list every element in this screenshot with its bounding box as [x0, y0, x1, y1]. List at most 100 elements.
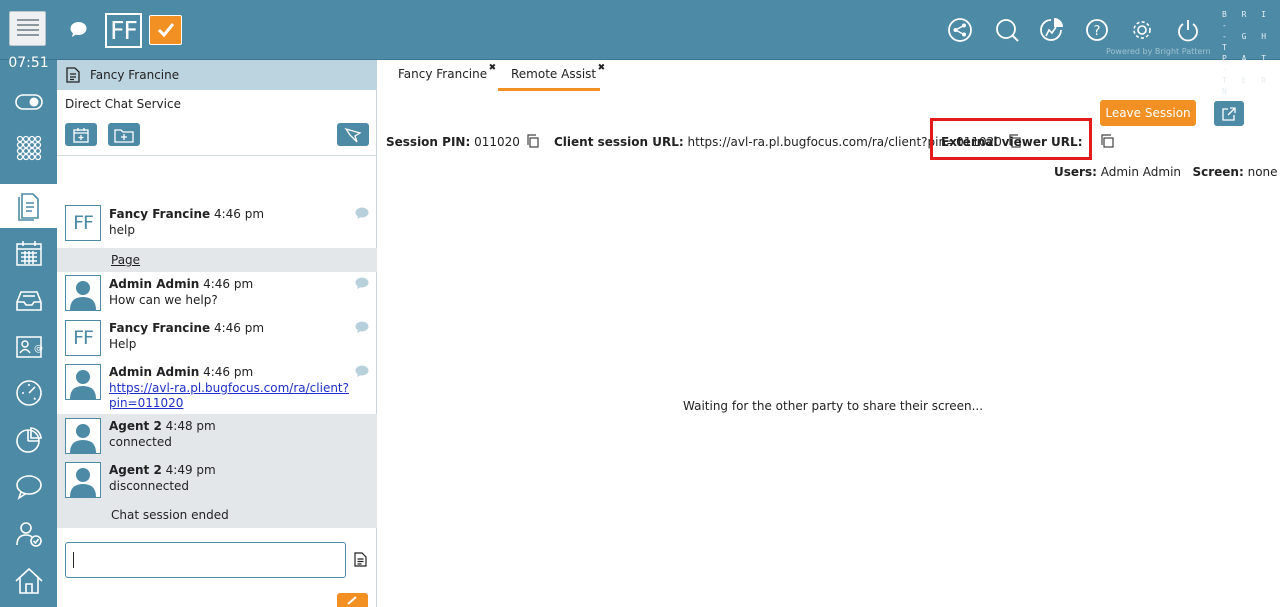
- tab-remote-assist[interactable]: Remote Assist ✖: [511, 63, 605, 81]
- message-text: disconnected: [109, 479, 190, 493]
- send-button[interactable]: [337, 593, 368, 607]
- message-time: 4:48 pm: [165, 419, 216, 433]
- chat-header: Fancy Francine: [57, 60, 377, 90]
- contacts-icon[interactable]: @: [0, 325, 57, 369]
- close-icon[interactable]: ✖: [598, 63, 606, 73]
- chat-message: Agent 2 4:49 pm disconnected: [57, 458, 377, 502]
- remote-assist-area: Fancy Francine ✖ Remote Assist ✖ Leave S…: [377, 60, 1280, 607]
- page-event: Page: [57, 248, 377, 272]
- close-icon[interactable]: ✖: [489, 63, 497, 73]
- service-name: Direct Chat Service: [65, 97, 181, 111]
- users-info: Users: Admin Admin Screen: none: [1054, 165, 1278, 179]
- message-author: Agent 2 4:49 pm: [109, 463, 216, 477]
- schedule-button[interactable]: [65, 123, 97, 146]
- chat-message: Admin Admin 4:46 pm https://avl-ra.pl.bu…: [57, 360, 377, 414]
- session-info: Session PIN: 011020 Client session URL: …: [386, 134, 1021, 151]
- message-bubble-icon: [355, 277, 369, 292]
- toggle-icon[interactable]: [0, 80, 57, 124]
- share-icon[interactable]: [946, 16, 974, 44]
- avatar: FF: [65, 205, 101, 241]
- message-link: https://avl-ra.pl.bugfocus.com/ra/client…: [109, 381, 349, 411]
- users-value: Admin Admin: [1100, 165, 1182, 179]
- chat-message: FF Fancy Francine 4:46 pm help: [57, 200, 377, 246]
- message-bubble-icon: [355, 321, 369, 336]
- chat-header-title: Fancy Francine: [90, 68, 180, 82]
- settings-icon[interactable]: [1128, 16, 1156, 44]
- message-text: connected: [109, 435, 172, 449]
- calendar-icon[interactable]: [0, 231, 57, 275]
- session-ended-text: Chat session ended: [111, 508, 229, 522]
- session-pin-value: 011020: [474, 135, 520, 149]
- main-menu-button[interactable]: [9, 11, 46, 46]
- message-author: Admin Admin 4:46 pm: [109, 277, 253, 291]
- home-icon[interactable]: [0, 559, 57, 603]
- avatar: [65, 462, 101, 498]
- active-tab-indicator: [498, 88, 600, 91]
- powered-by-label: Powered by Bright Pattern: [1106, 47, 1211, 56]
- agent-initials-badge[interactable]: FF: [105, 13, 142, 48]
- screen-value: none: [1247, 165, 1278, 179]
- document-icon[interactable]: [354, 552, 367, 570]
- dialpad-icon[interactable]: [0, 126, 57, 170]
- client-url-link[interactable]: https://avl-ra.pl.bugfocus.com/ra/client…: [109, 381, 349, 410]
- top-bar: FF ? B R I - - G H T P A T - T E R N Pow…: [0, 0, 1280, 96]
- tab-fancy-francine[interactable]: Fancy Francine ✖: [398, 63, 496, 81]
- chat-bubble-icon[interactable]: [69, 21, 88, 41]
- pie-chart-icon[interactable]: [0, 418, 57, 462]
- author-name: Fancy Francine: [109, 321, 211, 335]
- search-icon[interactable]: [993, 16, 1021, 44]
- ready-status-button[interactable]: [149, 15, 182, 45]
- message-bubble-icon: [355, 365, 369, 380]
- clock: 07:51: [8, 55, 49, 71]
- message-text: help: [109, 223, 135, 237]
- chat-message: FF Fancy Francine 4:46 pm Help: [57, 316, 377, 360]
- avatar: [65, 364, 101, 400]
- message-text: Help: [109, 337, 137, 351]
- dashboard-icon[interactable]: [0, 371, 57, 415]
- documents-icon[interactable]: [0, 184, 57, 228]
- message-time: 4:46 pm: [213, 207, 265, 221]
- inbox-icon[interactable]: [0, 278, 57, 322]
- page-link[interactable]: Page: [111, 253, 140, 267]
- session-ended-event: Chat session ended: [57, 502, 377, 528]
- avatar-initials: FF: [73, 212, 94, 234]
- external-viewer-url: External viewer URL:: [941, 134, 1114, 151]
- chat-icon[interactable]: [0, 465, 57, 509]
- external-url-label: External viewer URL:: [941, 135, 1083, 149]
- message-author: Admin Admin 4:46 pm: [109, 365, 253, 379]
- tab-label: Remote Assist: [511, 67, 597, 81]
- avatar-initials: FF: [73, 327, 94, 349]
- chat-message: Admin Admin 4:46 pm How can we help?: [57, 272, 377, 316]
- flag-button[interactable]: [337, 123, 369, 146]
- agent-status-icon[interactable]: [0, 512, 57, 556]
- message-author: Agent 2 4:48 pm: [109, 419, 216, 433]
- message-time: 4:49 pm: [165, 463, 216, 477]
- client-url-label: Client session URL:: [553, 135, 684, 149]
- chat-panel: Fancy Francine Direct Chat Service FF Fa…: [57, 60, 377, 607]
- author-name: Admin Admin: [109, 277, 200, 291]
- users-label: Users:: [1054, 165, 1097, 179]
- message-time: 4:46 pm: [203, 277, 254, 291]
- message-author: Fancy Francine 4:46 pm: [109, 321, 264, 335]
- message-author: Fancy Francine 4:46 pm: [109, 207, 264, 221]
- message-text: How can we help?: [109, 293, 218, 307]
- power-icon[interactable]: [1174, 16, 1202, 44]
- chat-input[interactable]: [65, 542, 346, 578]
- popout-button[interactable]: [1214, 101, 1244, 126]
- folder-add-button[interactable]: [108, 123, 140, 146]
- author-name: Admin Admin: [109, 365, 200, 379]
- avatar: [65, 275, 101, 311]
- message-time: 4:46 pm: [213, 321, 265, 335]
- message-bubble-icon: [355, 207, 369, 222]
- copy-icon[interactable]: [526, 134, 539, 151]
- help-icon[interactable]: ?: [1083, 16, 1111, 44]
- avatar: [65, 418, 101, 454]
- svg-text:?: ?: [1094, 24, 1101, 39]
- copy-icon[interactable]: [1100, 134, 1114, 151]
- chat-message: Agent 2 4:48 pm connected: [57, 414, 377, 458]
- leave-session-button[interactable]: Leave Session: [1100, 100, 1196, 126]
- reports-icon[interactable]: [1038, 16, 1066, 44]
- author-name: Fancy Francine: [109, 207, 211, 221]
- svg-text:@: @: [34, 344, 43, 354]
- avatar: FF: [65, 320, 101, 356]
